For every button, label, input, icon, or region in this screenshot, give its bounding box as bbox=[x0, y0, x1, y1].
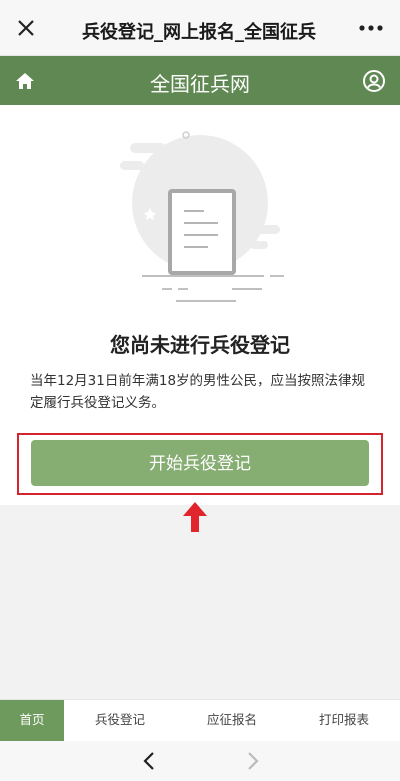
back-icon[interactable] bbox=[140, 751, 158, 771]
forward-icon[interactable] bbox=[244, 751, 262, 771]
site-title: 全国征兵网 bbox=[150, 72, 250, 96]
nav-item-home[interactable]: 首页 bbox=[0, 700, 64, 741]
arrow-up-icon bbox=[183, 502, 207, 532]
start-registration-button[interactable]: 开始兵役登记 bbox=[31, 440, 369, 486]
site-header: 全国征兵网 bbox=[0, 56, 400, 105]
nav-item-registration[interactable]: 兵役登记 bbox=[64, 700, 176, 741]
nav-item-enlistment[interactable]: 应征报名 bbox=[176, 700, 288, 741]
nav-item-print[interactable]: 打印报表 bbox=[288, 700, 400, 741]
browser-nav-bar bbox=[0, 741, 400, 781]
page-headline: 您尚未进行兵役登记 bbox=[110, 333, 290, 357]
document-illustration bbox=[120, 131, 284, 302]
window-title-bar: 兵役登记_网上报名_全国征兵 bbox=[0, 0, 400, 56]
more-icon[interactable] bbox=[356, 16, 386, 40]
close-icon[interactable] bbox=[14, 16, 38, 40]
registration-description: 当年12月31日前年满18岁的男性公民，应当按照法律规定履行兵役登记义务。 bbox=[30, 373, 366, 411]
main-card: 您尚未进行兵役登记 当年12月31日前年满18岁的男性公民，应当按照法律规定履行… bbox=[0, 105, 400, 505]
bottom-nav: 首页 兵役登记 应征报名 打印报表 bbox=[0, 699, 400, 741]
window-title: 兵役登记_网上报名_全国征兵 bbox=[82, 22, 316, 42]
user-icon[interactable] bbox=[362, 69, 386, 93]
